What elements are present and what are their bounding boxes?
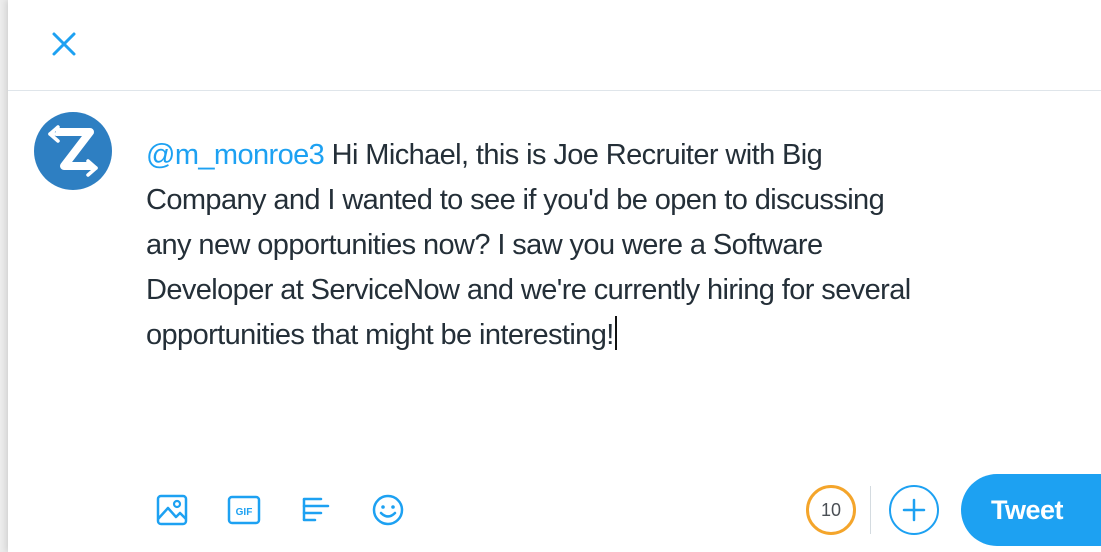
poll-icon (302, 497, 330, 522)
tweet-button[interactable]: Tweet (961, 474, 1101, 546)
close-icon (52, 32, 76, 56)
mention-link[interactable]: @m_monroe3 (146, 139, 325, 171)
tweet-compose-input[interactable]: @m_monroe3 Hi Michael, this is Joe Recru… (146, 133, 1086, 358)
emoji-icon (372, 494, 404, 526)
text-caret (614, 316, 617, 350)
add-poll-button[interactable] (290, 484, 342, 536)
divider (870, 486, 871, 534)
plus-icon (902, 498, 926, 522)
z-logo-icon (48, 125, 98, 177)
compose-line-2: Company and I wanted to see if you'd be … (146, 184, 885, 216)
compose-line-5: opportunities that might be interesting! (146, 313, 1086, 358)
image-icon (156, 494, 188, 526)
add-image-button[interactable] (146, 484, 198, 536)
compose-line-1: @m_monroe3 Hi Michael, this is Joe Recru… (146, 139, 823, 171)
compose-line-4: Developer at ServiceNow and we're curren… (146, 274, 911, 306)
add-emoji-button[interactable] (362, 484, 414, 536)
svg-text:GIF: GIF (236, 507, 253, 518)
compose-toolbar: GIF (146, 482, 434, 538)
character-counter: 10 (806, 485, 856, 535)
close-button[interactable] (44, 24, 84, 64)
compose-actions: 10 Tweet (806, 474, 1101, 546)
avatar (34, 112, 112, 190)
gif-icon: GIF (227, 495, 261, 525)
compose-modal: @m_monroe3 Hi Michael, this is Joe Recru… (8, 0, 1101, 552)
add-tweet-button[interactable] (889, 485, 939, 535)
compose-line-3: any new opportunities now? I saw you wer… (146, 229, 823, 261)
modal-header (8, 0, 1101, 91)
add-gif-button[interactable]: GIF (218, 484, 270, 536)
